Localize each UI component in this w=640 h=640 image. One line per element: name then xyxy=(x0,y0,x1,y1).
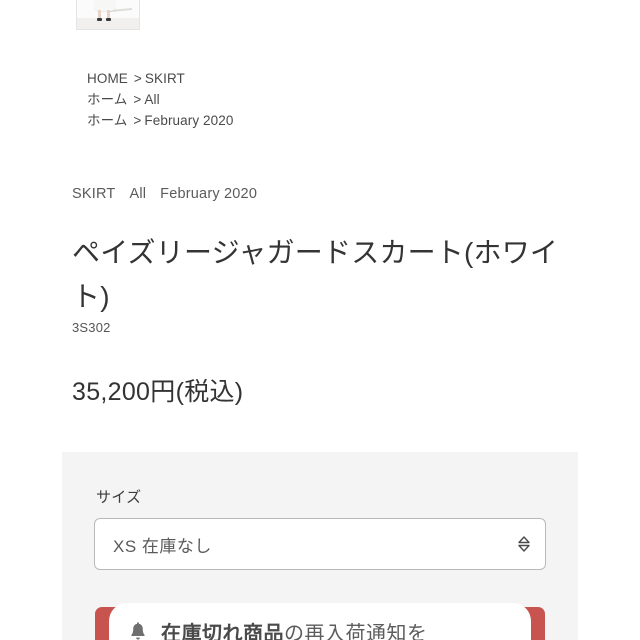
category-tag-skirt[interactable]: SKIRT xyxy=(72,186,115,202)
breadcrumb-link-home-2[interactable]: ホーム xyxy=(87,92,127,107)
category-tag-february-2020[interactable]: February 2020 xyxy=(160,186,257,202)
category-tag-all[interactable]: All xyxy=(129,186,146,202)
size-select[interactable]: XS 在庫なし xyxy=(94,518,546,570)
breadcrumb-separator: > xyxy=(133,92,142,107)
product-sku: 3S302 xyxy=(72,320,111,335)
product-page: HOME > SKIRT ホーム > All ホーム > February 2020 SKI… xyxy=(0,0,640,640)
restock-banner-text-rest: の再入荷通知を xyxy=(284,622,428,640)
bell-icon xyxy=(131,622,145,640)
breadcrumb-link-home-1[interactable]: HOME xyxy=(87,71,128,86)
thumbnail-shoe-right xyxy=(106,18,111,21)
category-tag-list: SKIRT All February 2020 xyxy=(72,186,271,202)
breadcrumb-row: HOME > SKIRT xyxy=(87,68,234,89)
breadcrumb-link-february-2020[interactable]: February 2020 xyxy=(144,113,233,128)
breadcrumb-link-home-3[interactable]: ホーム xyxy=(87,113,127,128)
restock-banner-card[interactable]: 在庫切れ商品の再入荷通知を xyxy=(109,603,531,640)
breadcrumb-link-skirt[interactable]: SKIRT xyxy=(145,71,185,86)
breadcrumb-row: ホーム > February 2020 xyxy=(87,110,234,131)
restock-banner-text-bold: 在庫切れ商品 xyxy=(161,622,284,640)
breadcrumb-link-all[interactable]: All xyxy=(144,92,159,107)
page-right-gutter xyxy=(578,0,640,640)
size-select-value: XS 在庫なし xyxy=(113,536,212,556)
breadcrumb-row: ホーム > All xyxy=(87,89,234,110)
thumbnail-shoe-left xyxy=(97,18,102,21)
product-price: 35,200円(税込) xyxy=(72,378,244,406)
breadcrumb: HOME > SKIRT ホーム > All ホーム > February 2020 xyxy=(87,68,234,131)
breadcrumb-separator: > xyxy=(133,113,142,128)
restock-notification-banner[interactable]: 在庫切れ商品の再入荷通知を xyxy=(95,603,545,640)
size-label: サイズ xyxy=(96,489,142,506)
thumbnail-strip[interactable] xyxy=(76,0,140,30)
page-title: ペイズリージャガードスカート(ホワイト) xyxy=(72,237,559,312)
restock-banner-text: 在庫切れ商品の再入荷通知を xyxy=(161,617,428,640)
product-thumbnail[interactable] xyxy=(76,0,140,30)
breadcrumb-separator: > xyxy=(133,71,142,86)
chevron-up-down-icon xyxy=(518,536,530,552)
